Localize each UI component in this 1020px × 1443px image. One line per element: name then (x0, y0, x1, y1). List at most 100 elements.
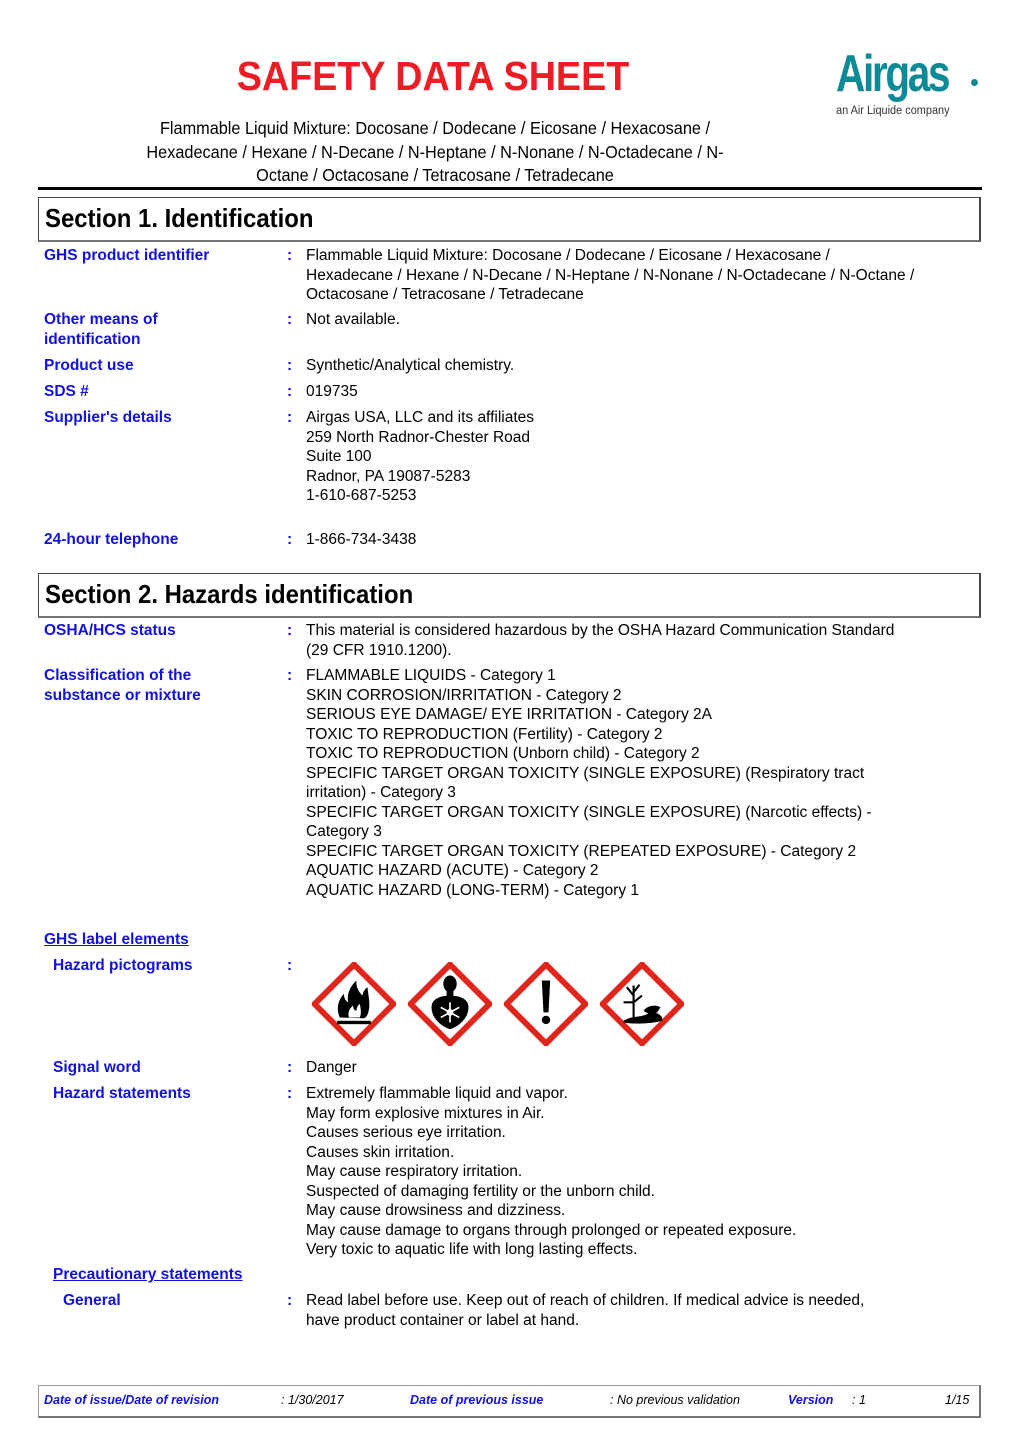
field-colon: : (287, 247, 293, 264)
classification-item: SPECIFIC TARGET ORGAN TOXICITY (SINGLE E… (306, 764, 865, 782)
field-value: Not available. (306, 311, 400, 328)
value-line: Read label before use. Keep out of reach… (306, 1292, 865, 1309)
field-label: GHS product identifier (44, 247, 210, 264)
field-value: Airgas USA, LLC and its affiliates 259 N… (306, 408, 986, 506)
version-label: Version (788, 1393, 834, 1407)
value-line: 1-610-687-5253 (306, 487, 417, 504)
issue-date-value: : 1/30/2017 (281, 1393, 344, 1407)
classification-item: SPECIFIC TARGET ORGAN TOXICITY (SINGLE E… (306, 803, 872, 821)
hazard-statements-list: Extremely flammable liquid and vapor. Ma… (306, 1084, 986, 1260)
value-line: Octacosane / Tetracosane / Tetradecane (306, 286, 584, 303)
field-colon: : (287, 383, 293, 400)
airgas-logo: Airgas an Air Liquide company (836, 45, 986, 117)
label-line: Classification of the (44, 667, 192, 684)
field-colon: : (287, 311, 293, 328)
classification-item: AQUATIC HAZARD (LONG-TERM) - Category 1 (306, 881, 640, 899)
field-colon: : (287, 957, 293, 974)
classification-item: irritation) - Category 3 (306, 784, 456, 801)
field-label: Signal word (53, 1059, 141, 1076)
value-line: Suite 100 (306, 448, 372, 465)
label-line: Other means of (44, 311, 158, 328)
field-value: 1-866-734-3438 (306, 531, 417, 548)
field-colon: : (287, 622, 293, 639)
classification-item: TOXIC TO REPRODUCTION (Fertility) - Cate… (306, 725, 663, 743)
value-line: have product container or label at hand. (306, 1311, 580, 1329)
hazard-statement: Causes skin irritation. (306, 1143, 455, 1161)
logo-wordmark: Airgas (836, 45, 951, 103)
subtitle-line: Flammable Liquid Mixture: Docosane / Dod… (159, 118, 711, 138)
field-value: This material is considered hazardous by… (306, 621, 986, 660)
field-label: General (63, 1292, 121, 1309)
flame-icon (312, 962, 396, 1046)
value-line: (29 CFR 1910.1200). (306, 641, 452, 659)
classification-item: SPECIFIC TARGET ORGAN TOXICITY (REPEATED… (306, 842, 857, 860)
section-1-header: Section 1. Identification (38, 197, 981, 242)
value-line: Radnor, PA 19087-5283 (306, 467, 471, 485)
field-label: Other means of identification (44, 310, 274, 350)
value-line: Hexadecane / Hexane / N-Decane / N-Hepta… (306, 266, 915, 284)
section-2-title: Section 2. Hazards identification (45, 579, 414, 609)
label-line: identification (44, 331, 141, 348)
classification-item: SERIOUS EYE DAMAGE/ EYE IRRITATION - Cat… (306, 706, 712, 723)
field-label: OSHA/HCS status (44, 622, 176, 639)
product-subtitle: Flammable Liquid Mixture: Docosane / Dod… (72, 117, 797, 188)
field-label: Classification of the substance or mixtu… (44, 666, 274, 706)
field-colon: : (287, 531, 293, 548)
field-colon: : (287, 1059, 293, 1076)
subtitle-line: Octane / Octacosane / Tetracosane / Tetr… (256, 165, 614, 185)
classification-item: AQUATIC HAZARD (ACUTE) - Category 2 (306, 862, 599, 879)
field-colon: : (287, 1292, 293, 1309)
field-value: Read label before use. Keep out of reach… (306, 1291, 986, 1330)
value-line: 259 North Radnor-Chester Road (306, 428, 531, 446)
subheading-ghs-label-elements: GHS label elements (44, 931, 189, 948)
document-title: SAFETY DATA SHEET (236, 53, 630, 99)
section-2-header: Section 2. Hazards identification (38, 573, 981, 618)
page-number: 1/15 (945, 1393, 970, 1407)
classification-item: SKIN CORROSION/IRRITATION - Category 2 (306, 686, 622, 704)
field-colon: : (287, 667, 293, 684)
environment-icon (600, 962, 684, 1046)
subtitle-line: Hexadecane / Hexane / N-Decane / N-Hepta… (146, 141, 724, 162)
field-value: Flammable Liquid Mixture: Docosane / Dod… (306, 246, 986, 305)
field-label: Hazard pictograms (53, 957, 193, 974)
hazard-statement: May cause respiratory irritation. (306, 1163, 523, 1180)
hazard-statement: Suspected of damaging fertility or the u… (306, 1182, 655, 1200)
signal-word-value: Danger (306, 1059, 357, 1076)
health-hazard-icon (408, 962, 492, 1046)
field-label: Supplier's details (44, 409, 172, 426)
field-value: Synthetic/Analytical chemistry. (306, 357, 515, 374)
logo-tagline: an Air Liquide company (836, 105, 950, 117)
issue-date-label: Date of issue/Date of revision (44, 1393, 220, 1407)
hazard-statement: May cause damage to organs through prolo… (306, 1221, 797, 1239)
hazard-statement: Very toxic to aquatic life with long las… (306, 1241, 638, 1258)
field-colon: : (287, 1085, 293, 1102)
previous-issue-value: : No previous validation (610, 1393, 740, 1407)
field-label: Product use (44, 357, 134, 374)
field-label: Hazard statements (53, 1085, 191, 1102)
label-line: substance or mixture (44, 687, 201, 704)
field-value: 019735 (306, 383, 358, 400)
value-line: Airgas USA, LLC and its affiliates (306, 409, 535, 426)
classification-item: Category 3 (306, 823, 382, 840)
classification-item: FLAMMABLE LIQUIDS - Category 1 (306, 667, 556, 684)
hazard-statement: May cause drowsiness and dizziness. (306, 1202, 566, 1219)
value-line: This material is considered hazardous by… (306, 622, 895, 639)
version-value: : 1 (852, 1393, 866, 1407)
header-divider (38, 187, 982, 190)
value-line: Flammable Liquid Mixture: Docosane / Dod… (306, 247, 830, 264)
section-1-title: Section 1. Identification (45, 203, 314, 233)
field-label: SDS # (44, 383, 89, 400)
classification-list: FLAMMABLE LIQUIDS - Category 1 SKIN CORR… (306, 666, 986, 900)
subheading-precautionary-statements: Precautionary statements (53, 1266, 243, 1283)
registered-mark-icon (971, 79, 978, 86)
hazard-statement: May form explosive mixtures in Air. (306, 1104, 545, 1122)
field-colon: : (287, 357, 293, 374)
hazard-statement: Causes serious eye irritation. (306, 1124, 506, 1141)
classification-item: TOXIC TO REPRODUCTION (Unborn child) - C… (306, 745, 700, 762)
field-colon: : (287, 409, 293, 426)
field-label: 24-hour telephone (44, 531, 179, 548)
exclamation-mark-icon (504, 962, 588, 1046)
page-footer: Date of issue/Date of revision : 1/30/20… (38, 1385, 981, 1418)
previous-issue-label: Date of previous issue (410, 1393, 544, 1407)
hazard-statement: Extremely flammable liquid and vapor. (306, 1085, 568, 1102)
